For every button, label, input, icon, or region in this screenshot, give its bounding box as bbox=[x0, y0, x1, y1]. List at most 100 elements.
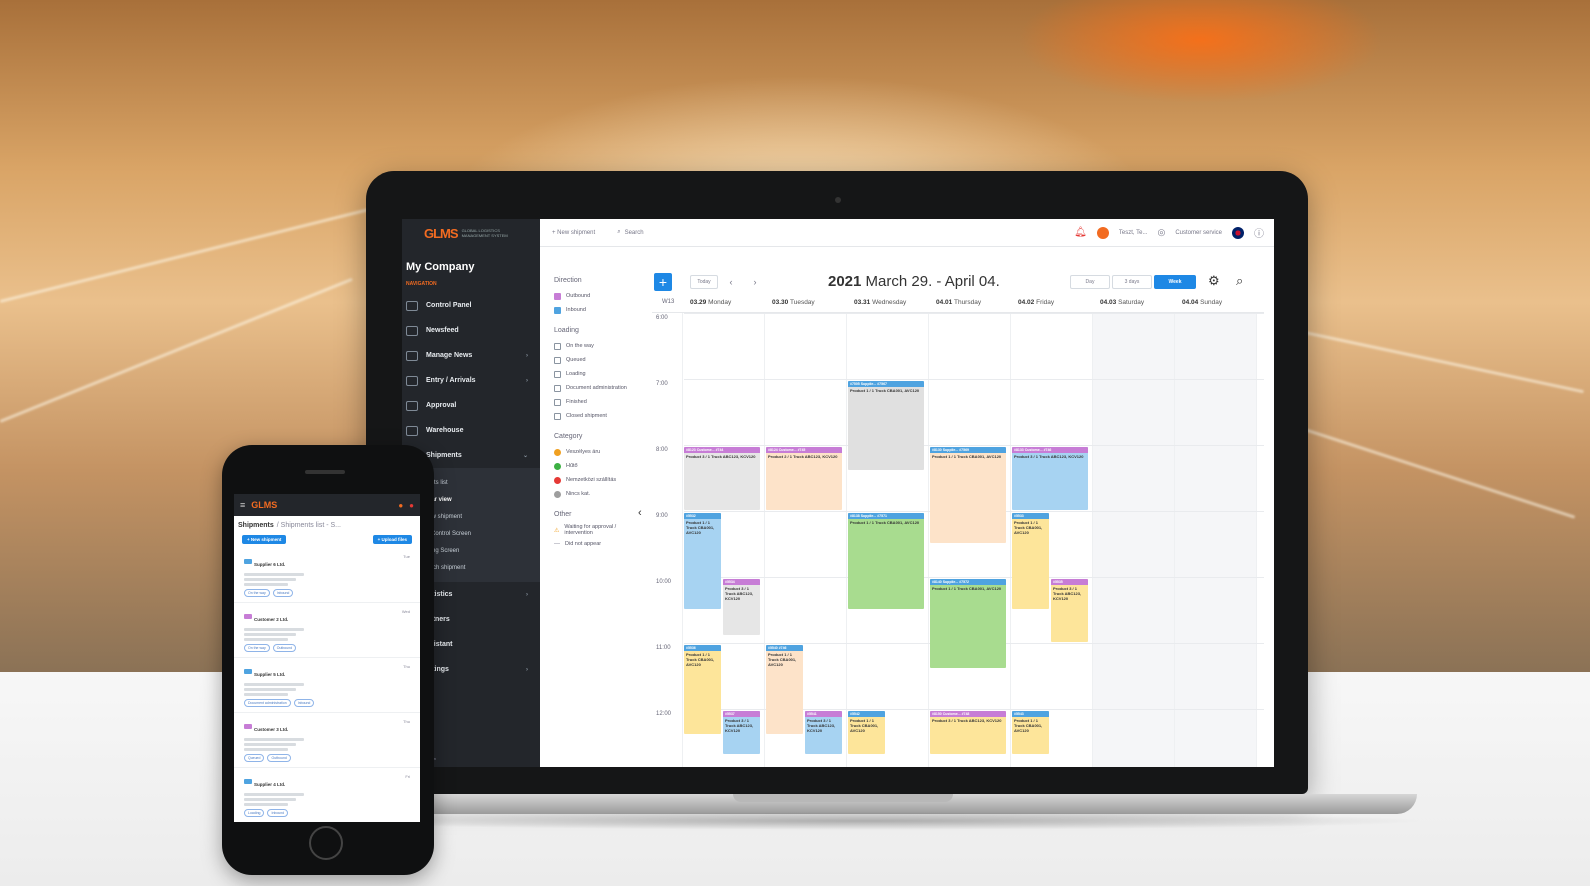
day-date: 04.02 bbox=[1018, 299, 1035, 306]
view-3days-button[interactable]: 3 days bbox=[1112, 275, 1152, 289]
filter-option[interactable]: Nemzetközi szállítás bbox=[554, 473, 640, 487]
phone-list-item[interactable]: Customer 2 Ltd. Wed On the way Outbound bbox=[234, 603, 420, 658]
customer-service-link[interactable]: Customer service bbox=[1175, 230, 1222, 236]
text-line bbox=[244, 743, 296, 746]
notification-bell-icon[interactable]: ● bbox=[398, 501, 403, 510]
prev-week-button[interactable]: ‹ bbox=[724, 275, 738, 289]
calendar-event[interactable]: #5543 Product 1 / 1 Truck CBA001, AVC120 bbox=[1012, 711, 1049, 755]
help-icon[interactable]: ⓘ bbox=[1254, 225, 1264, 240]
grid-hline bbox=[684, 445, 1264, 446]
event-body: Product 2 / 1 Truck ABC123, KCV120 bbox=[768, 454, 838, 459]
calendar-event[interactable]: #8140 Supplie... #7572 Product 1 / 1 Truc… bbox=[930, 579, 1006, 669]
calendar-event[interactable]: #8133 Custome... #746 Product 3 / 1 Truck… bbox=[1012, 447, 1088, 510]
sidebar-item-0[interactable]: Control Panel bbox=[402, 293, 540, 318]
hour-label: 12:00 bbox=[656, 711, 672, 717]
phone-list-item[interactable]: Customer 3 Ltd. Thu Queued Outbound bbox=[234, 713, 420, 768]
calendar-event[interactable]: #8150 Custome... #748 Product 3 / 1 Truck… bbox=[930, 711, 1006, 755]
item-header: Supplier 6 Ltd. bbox=[244, 553, 410, 571]
avatar[interactable] bbox=[1096, 226, 1109, 239]
calendar-title: 2021 March 29. - April 04. bbox=[828, 273, 1000, 290]
checkbox[interactable] bbox=[554, 398, 561, 406]
sidebar-item-3[interactable]: Entry / Arrivals › bbox=[402, 368, 540, 393]
phone-home-button[interactable] bbox=[309, 826, 343, 860]
add-event-button[interactable]: + bbox=[654, 273, 672, 291]
calendar-event[interactable]: #8124 Custome... #745 Product 2 / 1 Truck… bbox=[766, 447, 842, 510]
text-line bbox=[244, 638, 288, 641]
item-header: Customer 2 Ltd. bbox=[244, 608, 410, 626]
calendar-event[interactable]: #8123 Custome... #744 Product 3 / 1 Truck… bbox=[684, 447, 760, 510]
calendar-event[interactable]: #5541 Product 3 / 1 Truck ABC123, KCV120 bbox=[805, 711, 842, 755]
today-button[interactable]: Today bbox=[690, 275, 718, 289]
checkbox[interactable] bbox=[554, 370, 561, 378]
sidebar-item-4[interactable]: Approval bbox=[402, 393, 540, 418]
user-menu[interactable]: Teszt, Te... bbox=[1119, 230, 1148, 236]
gear-icon[interactable]: ⚙ bbox=[1208, 273, 1220, 289]
checkbox[interactable] bbox=[554, 384, 561, 392]
category-dot-icon bbox=[554, 490, 561, 498]
filter-option[interactable]: Queued bbox=[554, 353, 640, 367]
filter-option[interactable]: — Did not appear bbox=[554, 537, 640, 551]
sidebar-item-5[interactable]: Warehouse bbox=[402, 418, 540, 443]
hour-label: 10:00 bbox=[656, 579, 672, 585]
filter-option[interactable]: Inbound bbox=[554, 303, 640, 317]
day-header: 04.02 Friday bbox=[1018, 299, 1054, 306]
filter-option[interactable]: ⚠ Waiting for approval / intervention bbox=[554, 523, 640, 537]
collapse-filter-chevron-icon[interactable]: ‹ bbox=[638, 507, 642, 519]
badges: On the way Inbound bbox=[244, 589, 410, 597]
phone-upload-button[interactable]: + Upload files bbox=[372, 535, 412, 544]
checkbox[interactable] bbox=[554, 356, 561, 364]
hour-label: 7:00 bbox=[656, 381, 668, 387]
new-shipment-button[interactable]: + New shipment bbox=[540, 230, 595, 236]
filter-option[interactable]: Veszélyes áru bbox=[554, 445, 640, 459]
checkbox[interactable] bbox=[554, 342, 561, 350]
checkbox[interactable] bbox=[554, 292, 561, 300]
tag-icon bbox=[244, 559, 252, 565]
avatar[interactable]: ● bbox=[409, 501, 414, 510]
calendar-event[interactable]: #5535 Product 3 / 1 Truck ABC123, KCV120 bbox=[1051, 579, 1088, 642]
calendar-event[interactable]: #5542 Product 1 / 1 Truck CBA001, AVC120 bbox=[848, 711, 885, 755]
hamburger-menu-icon[interactable]: ≡ bbox=[240, 500, 245, 510]
calendar-event[interactable]: #8138 Supplie... #7571 Product 1 / 1 Truc… bbox=[848, 513, 924, 609]
filter-option[interactable]: Closed shipment bbox=[554, 409, 640, 423]
calendar-event[interactable]: #5532 Product 1 / 1 Truck CBA001, AVC120 bbox=[684, 513, 721, 609]
calendar-event[interactable]: #8130 Supplie... #7569 Product 1 / 1 Truc… bbox=[930, 447, 1006, 543]
item-time: Tue bbox=[403, 554, 410, 559]
filter-option[interactable]: Hűtő bbox=[554, 459, 640, 473]
checkbox[interactable] bbox=[554, 412, 561, 420]
view-week-button[interactable]: Week bbox=[1154, 275, 1196, 289]
filter-option[interactable]: Loading bbox=[554, 367, 640, 381]
day-date: 03.31 bbox=[854, 299, 871, 306]
status-badge: Inbound bbox=[267, 809, 289, 817]
phone-new-shipment-button[interactable]: + New shipment bbox=[242, 535, 287, 544]
calendar-event[interactable]: #5537 Product 3 / 1 Truck ABC123, KCV120 bbox=[723, 711, 760, 755]
view-day-button[interactable]: Day bbox=[1070, 275, 1110, 289]
sidebar-item-1[interactable]: Newsfeed bbox=[402, 318, 540, 343]
calendar-event[interactable]: #7505 Supplie... #7567 Product 1 / 1 Truc… bbox=[848, 381, 924, 471]
filter-label: Veszélyes áru bbox=[566, 449, 601, 455]
sidebar-item-2[interactable]: Manage News › bbox=[402, 343, 540, 368]
weekend-column bbox=[1174, 313, 1256, 767]
uk-flag-icon[interactable] bbox=[1232, 226, 1244, 239]
phone-list-item[interactable]: Supplier 6 Ltd. Tue On the way Inbound bbox=[234, 548, 420, 603]
app-logo[interactable]: GLMS GLOBAL LOGISTICS MANAGEMENT SYSTEM bbox=[402, 219, 540, 247]
phone-list-item[interactable]: Supplier 4 Ltd. Fri Loading Inbound bbox=[234, 768, 420, 822]
filter-option[interactable]: On the way bbox=[554, 339, 640, 353]
filter-label: Outbound bbox=[566, 293, 591, 299]
calendar-event[interactable]: #5540 #746 Product 1 / 1 Truck CBA001, AV… bbox=[766, 645, 803, 735]
search-box[interactable]: ⌕ Search bbox=[595, 229, 643, 236]
filter-option[interactable]: Outbound bbox=[554, 289, 640, 303]
filter-option[interactable]: Nincs kat. bbox=[554, 487, 640, 501]
filter-option[interactable]: Finished bbox=[554, 395, 640, 409]
filter-loading-title: Loading bbox=[554, 327, 579, 334]
calendar-event[interactable]: #5534 Product 3 / 1 Truck ABC123, KCV120 bbox=[723, 579, 760, 636]
filter-direction-title: Direction bbox=[554, 277, 582, 284]
notification-bell-icon[interactable]: 🔔︎ bbox=[1074, 227, 1087, 238]
phone-list-item[interactable]: Supplier 5 Ltd. Thu Document administratio… bbox=[234, 658, 420, 713]
next-week-button[interactable]: › bbox=[748, 275, 762, 289]
calendar-event[interactable]: #5533 Product 1 / 1 Truck CBA001, AVC120 bbox=[1012, 513, 1049, 609]
event-body: Product 1 / 1 Truck CBA001, AVC120 bbox=[686, 520, 715, 535]
filter-option[interactable]: Document administration bbox=[554, 381, 640, 395]
calendar-event[interactable]: #5536 Product 1 / 1 Truck CBA001, AVC120 bbox=[684, 645, 721, 735]
search-icon[interactable]: ⌕ bbox=[1236, 273, 1243, 289]
checkbox[interactable] bbox=[554, 306, 561, 314]
